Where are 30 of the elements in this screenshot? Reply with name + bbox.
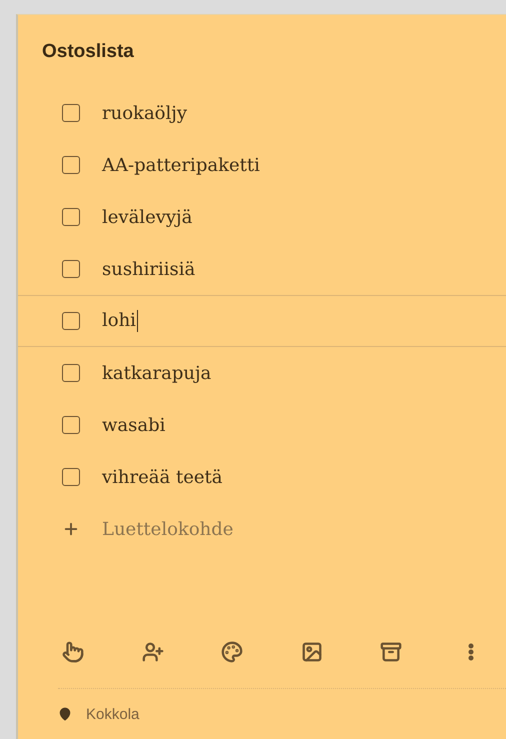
add-person-icon <box>142 641 164 663</box>
checkbox[interactable] <box>62 260 80 278</box>
plus-icon <box>62 520 80 538</box>
palette-icon <box>221 641 244 663</box>
list-item-text: wasabi <box>102 414 166 436</box>
checkbox[interactable] <box>62 416 80 434</box>
list-item-text: AA-patteripaketti <box>102 154 260 176</box>
more-icon <box>468 643 474 661</box>
checkbox[interactable] <box>62 104 80 122</box>
archive-icon <box>380 641 402 663</box>
list-item-text: katkarapuja <box>102 362 212 384</box>
checkbox[interactable] <box>62 312 80 330</box>
list-item-text: lohi <box>102 310 138 332</box>
checkbox[interactable] <box>62 364 80 382</box>
location-label: Kokkola <box>86 706 140 722</box>
location-pin-icon <box>58 707 72 721</box>
text-cursor <box>136 310 138 332</box>
list-item-text: vihreää teetä <box>102 466 222 488</box>
list-item-text: levälevyjä <box>102 206 192 228</box>
checkbox[interactable] <box>62 468 80 486</box>
list-item-text: sushiriisiä <box>102 258 196 280</box>
list-item-text: ruokaöljy <box>102 102 188 124</box>
checkbox[interactable] <box>62 208 80 226</box>
checkbox[interactable] <box>62 156 80 174</box>
add-item-field[interactable]: Luettelokohde <box>102 518 352 540</box>
pointer-hand-button[interactable] <box>60 639 86 665</box>
note-title: Ostoslista <box>41 40 135 63</box>
image-icon <box>300 641 323 663</box>
pointer-hand-icon <box>62 641 84 663</box>
palette-button[interactable] <box>219 639 246 665</box>
